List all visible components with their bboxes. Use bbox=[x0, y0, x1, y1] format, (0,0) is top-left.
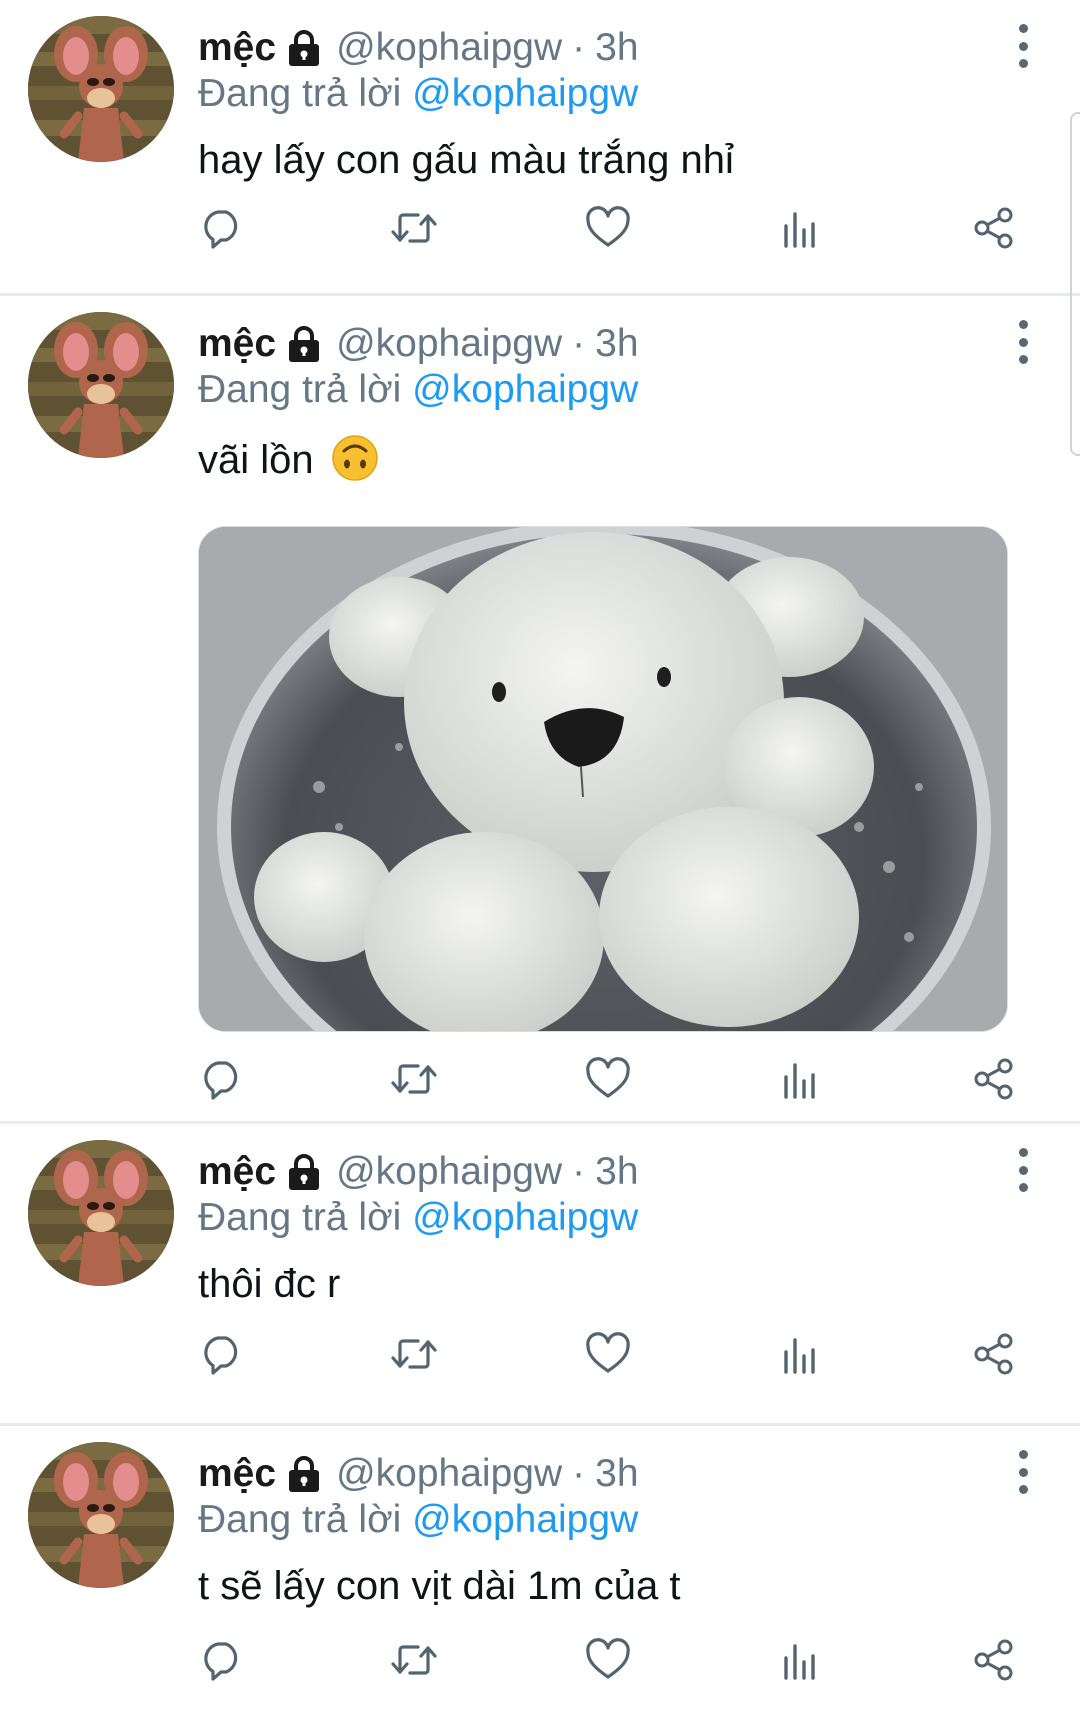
tweet-text-content: t sẽ lấy con vịt dài 1m của t bbox=[198, 1564, 681, 1608]
replying-to: Đang trả lời @kophaipgw bbox=[198, 1196, 638, 1240]
tweet[interactable]: mệc @kophaipgw · 3h Đang trả lời @kophai… bbox=[0, 1124, 1080, 1426]
separator: · bbox=[572, 1452, 586, 1495]
display-name[interactable]: mệc bbox=[198, 26, 276, 70]
tweet-header: mệc @kophaipgw · 3h bbox=[198, 1444, 639, 1504]
replying-prefix: Đang trả lời bbox=[198, 72, 402, 115]
retweet-icon[interactable] bbox=[388, 1328, 440, 1380]
more-vertical-icon[interactable] bbox=[1008, 320, 1038, 364]
handle[interactable]: @kophaipgw bbox=[336, 322, 562, 366]
display-name[interactable]: mệc bbox=[198, 1452, 276, 1496]
analytics-icon[interactable] bbox=[774, 1634, 826, 1686]
more-vertical-icon[interactable] bbox=[1008, 1450, 1038, 1494]
reply-icon[interactable] bbox=[196, 1053, 248, 1105]
analytics-icon[interactable] bbox=[774, 1053, 826, 1105]
separator: · bbox=[572, 26, 586, 69]
tweet[interactable]: mệc @kophaipgw · 3h Đang trả lời @kophai… bbox=[0, 0, 1080, 296]
handle[interactable]: @kophaipgw bbox=[336, 1452, 562, 1496]
timestamp[interactable]: 3h bbox=[595, 322, 638, 366]
scrollbar[interactable] bbox=[1070, 112, 1080, 456]
lock-icon bbox=[284, 1152, 324, 1192]
share-icon[interactable] bbox=[968, 202, 1020, 254]
reply-icon[interactable] bbox=[196, 1634, 248, 1686]
mention-link[interactable]: @kophaipgw bbox=[412, 368, 638, 411]
handle[interactable]: @kophaipgw bbox=[336, 1150, 562, 1194]
tweet-text: vãi lồn bbox=[198, 434, 379, 483]
share-icon[interactable] bbox=[968, 1634, 1020, 1686]
action-bar bbox=[198, 1328, 1018, 1380]
reply-icon[interactable] bbox=[196, 1328, 248, 1380]
replying-prefix: Đang trả lời bbox=[198, 1196, 402, 1239]
tweet-text-content: vãi lồn bbox=[198, 438, 314, 482]
action-bar bbox=[198, 1053, 1018, 1105]
replying-prefix: Đang trả lời bbox=[198, 368, 402, 411]
like-icon[interactable] bbox=[582, 1328, 634, 1380]
display-name[interactable]: mệc bbox=[198, 1150, 276, 1194]
tweet-media-image[interactable] bbox=[198, 526, 1008, 1032]
tweet-text-content: hay lấy con gấu màu trắng nhỉ bbox=[198, 138, 734, 182]
tweet-text: hay lấy con gấu màu trắng nhỉ bbox=[198, 138, 734, 183]
retweet-icon[interactable] bbox=[388, 202, 440, 254]
timestamp[interactable]: 3h bbox=[595, 26, 638, 70]
retweet-icon[interactable] bbox=[388, 1634, 440, 1686]
tweet-feed: mệc @kophaipgw · 3h Đang trả lời @kophai… bbox=[0, 0, 1080, 1724]
share-icon[interactable] bbox=[968, 1328, 1020, 1380]
retweet-icon[interactable] bbox=[388, 1053, 440, 1105]
handle[interactable]: @kophaipgw bbox=[336, 26, 562, 70]
replying-to: Đang trả lời @kophaipgw bbox=[198, 1498, 638, 1542]
upside-down-face-emoji-icon bbox=[331, 434, 379, 482]
lock-icon bbox=[284, 28, 324, 68]
action-bar bbox=[198, 202, 1018, 254]
lock-icon bbox=[284, 324, 324, 364]
avatar[interactable] bbox=[28, 16, 174, 162]
tweet-text: t sẽ lấy con vịt dài 1m của t bbox=[198, 1564, 680, 1609]
tweet-header: mệc @kophaipgw · 3h bbox=[198, 18, 639, 78]
mention-link[interactable]: @kophaipgw bbox=[412, 72, 638, 115]
avatar[interactable] bbox=[28, 1140, 174, 1286]
display-name[interactable]: mệc bbox=[198, 322, 276, 366]
replying-to: Đang trả lời @kophaipgw bbox=[198, 368, 638, 412]
tweet-header: mệc @kophaipgw · 3h bbox=[198, 314, 639, 374]
share-icon[interactable] bbox=[968, 1053, 1020, 1105]
tweet-text-content: thôi đc r bbox=[198, 1262, 341, 1306]
analytics-icon[interactable] bbox=[774, 1328, 826, 1380]
replying-prefix: Đang trả lời bbox=[198, 1498, 402, 1541]
tweet[interactable]: mệc @kophaipgw · 3h Đang trả lời @kophai… bbox=[0, 296, 1080, 1124]
analytics-icon[interactable] bbox=[774, 202, 826, 254]
lock-icon bbox=[284, 1454, 324, 1494]
action-bar bbox=[198, 1634, 1018, 1686]
mention-link[interactable]: @kophaipgw bbox=[412, 1498, 638, 1541]
more-vertical-icon[interactable] bbox=[1008, 24, 1038, 68]
separator: · bbox=[572, 322, 586, 365]
avatar[interactable] bbox=[28, 1442, 174, 1588]
like-icon[interactable] bbox=[582, 202, 634, 254]
avatar[interactable] bbox=[28, 312, 174, 458]
separator: · bbox=[572, 1150, 586, 1193]
timestamp[interactable]: 3h bbox=[595, 1452, 638, 1496]
timestamp[interactable]: 3h bbox=[595, 1150, 638, 1194]
tweet-text: thôi đc r bbox=[198, 1262, 340, 1307]
tweet[interactable]: mệc @kophaipgw · 3h Đang trả lời @kophai… bbox=[0, 1426, 1080, 1724]
more-vertical-icon[interactable] bbox=[1008, 1148, 1038, 1192]
like-icon[interactable] bbox=[582, 1634, 634, 1686]
mention-link[interactable]: @kophaipgw bbox=[412, 1196, 638, 1239]
replying-to: Đang trả lời @kophaipgw bbox=[198, 72, 638, 116]
tweet-header: mệc @kophaipgw · 3h bbox=[198, 1142, 639, 1202]
reply-icon[interactable] bbox=[196, 202, 248, 254]
like-icon[interactable] bbox=[582, 1053, 634, 1105]
